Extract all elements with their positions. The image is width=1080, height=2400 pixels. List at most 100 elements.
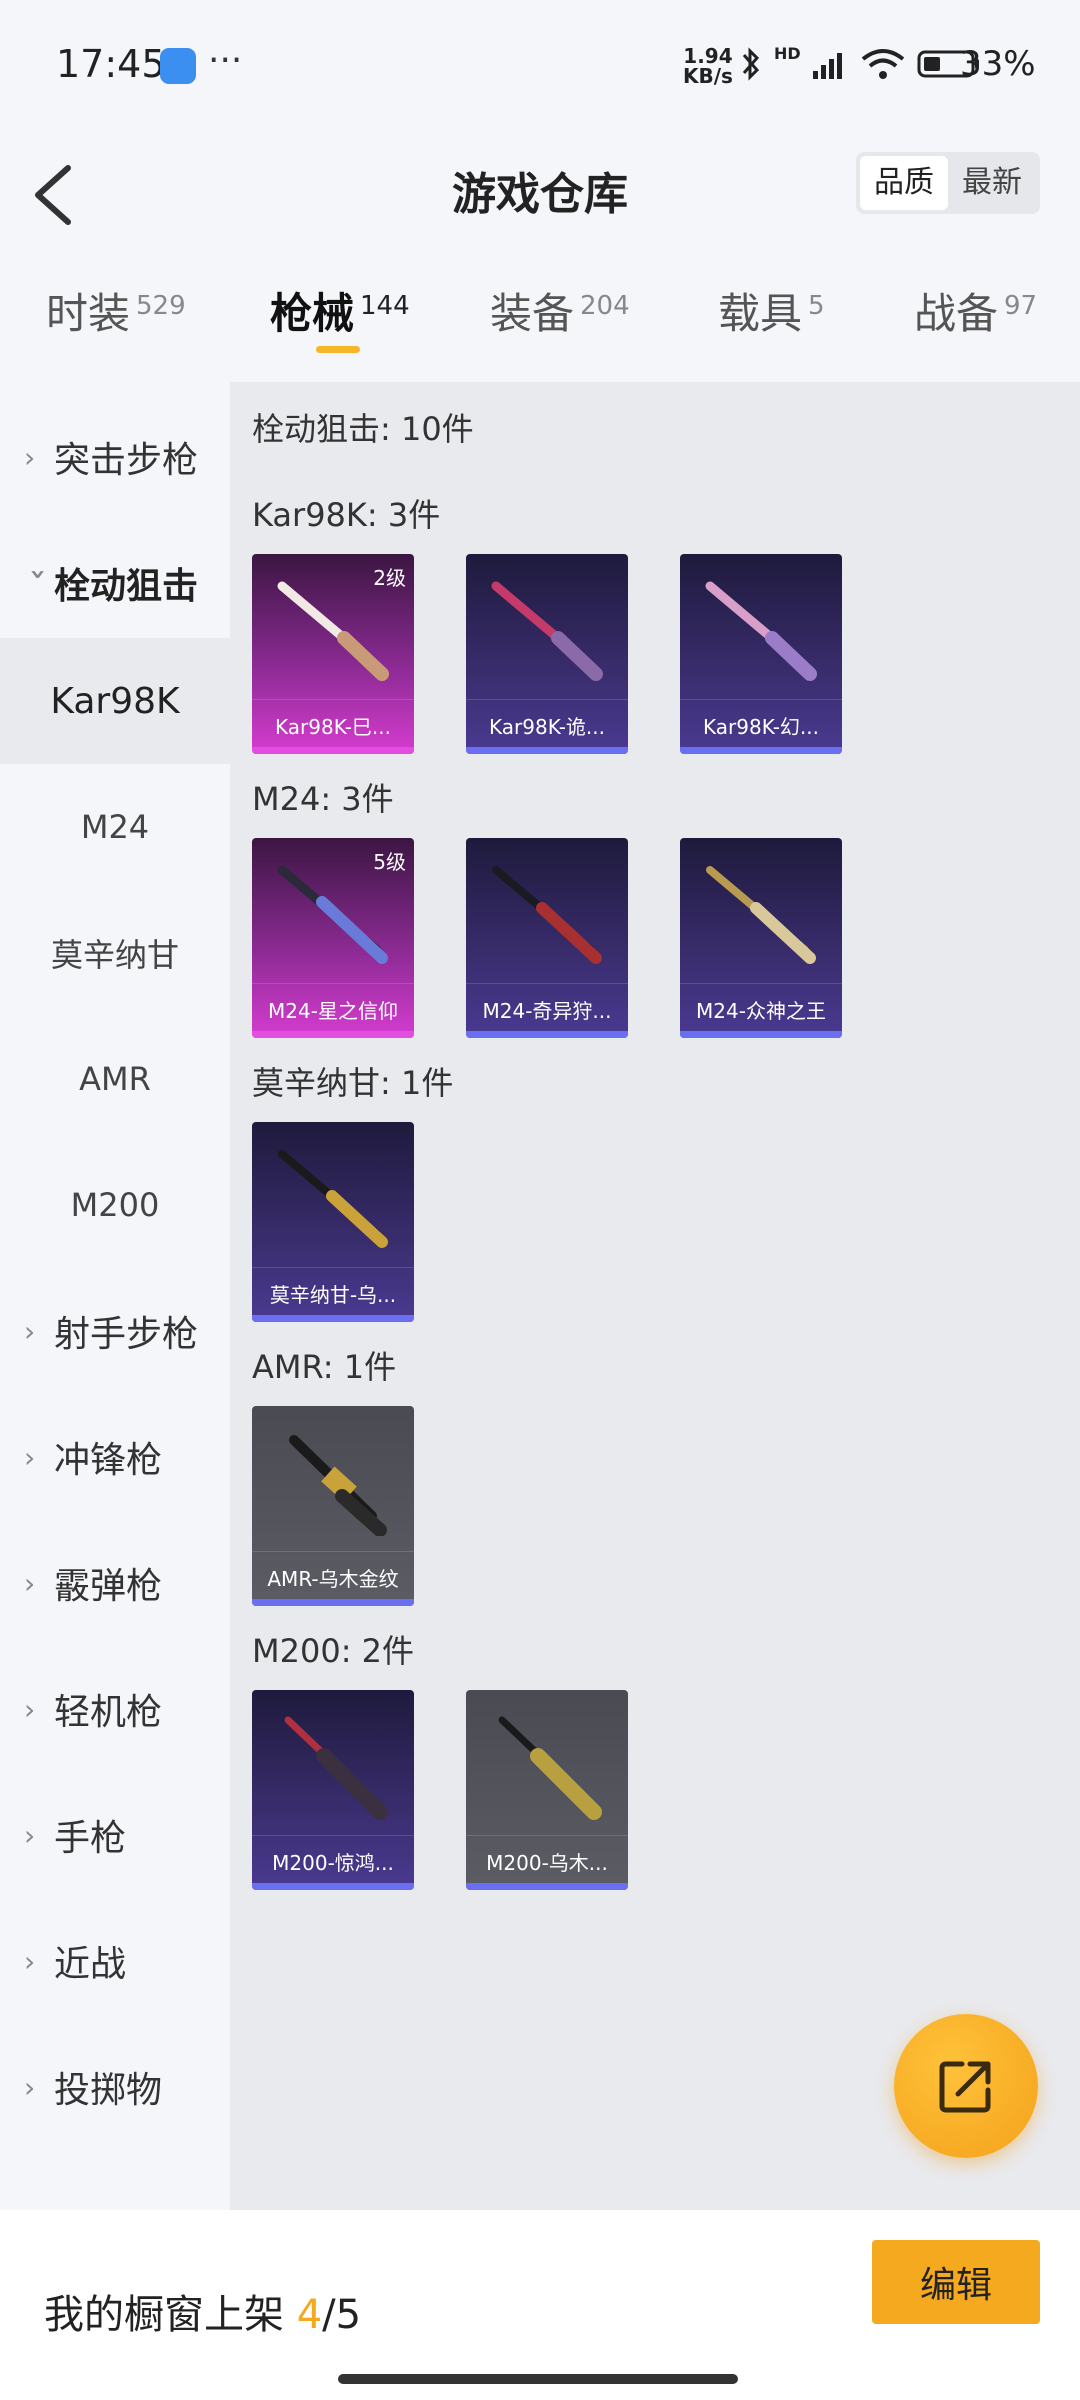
hd-label: HD	[774, 44, 801, 63]
weapon-card[interactable]: M24-奇异狩...	[466, 838, 628, 1038]
app-badge-icon	[160, 48, 196, 84]
sidebar-item-label: 近战	[54, 1944, 127, 1985]
sort-newest-button[interactable]: 最新	[948, 156, 1036, 210]
tab-label: 载具	[718, 289, 803, 338]
network-speed-unit: KB/s	[683, 64, 733, 88]
sort-toggle[interactable]: 品质 最新	[856, 152, 1040, 214]
chevron-right-icon: ›	[24, 440, 36, 474]
card-divider	[252, 699, 414, 700]
tab-guns[interactable]: 枪械 144	[270, 280, 410, 341]
chevron-right-icon: ›	[24, 1314, 36, 1348]
group-label-mosin: 莫辛纳甘: 1件	[252, 1064, 454, 1102]
rarity-bar	[466, 1031, 628, 1038]
sort-quality-button[interactable]: 品质	[860, 156, 948, 210]
sidebar-item-lmg[interactable]: › 轻机枪	[0, 1646, 230, 1772]
weapon-card[interactable]: M24-众神之王	[680, 838, 842, 1038]
sidebar-item-throwable[interactable]: › 投掷物	[0, 2024, 230, 2150]
sidebar-item-amr[interactable]: AMR	[0, 1016, 230, 1142]
status-bar: 17:45 ··· 1.94 KB/s HD 33%	[0, 0, 1080, 130]
tab-fashion[interactable]: 时装 529	[46, 280, 186, 341]
rarity-bar	[680, 1031, 842, 1038]
category-total: 栓动狙击: 10件	[252, 410, 474, 448]
weapon-card[interactable]: Kar98K-诡...	[466, 554, 628, 754]
tab-count: 204	[580, 291, 630, 321]
sidebar-item-assault-rifle[interactable]: › 突击步枪	[0, 394, 230, 520]
chevron-down-icon: ›	[22, 568, 56, 580]
rarity-bar	[252, 1031, 414, 1038]
weapon-card[interactable]: 2级 Kar98K-巳...	[252, 554, 414, 754]
weapon-name: Kar98K-诡...	[489, 715, 605, 739]
tab-label: 战备	[914, 289, 999, 338]
sidebar-item-label: Kar98K	[50, 680, 180, 722]
sidebar-item-shotgun[interactable]: › 霰弹枪	[0, 1520, 230, 1646]
tab-count: 5	[808, 291, 825, 321]
bluetooth-icon	[742, 47, 760, 81]
network-speed: 1.94 KB/s	[683, 46, 733, 86]
weapon-card[interactable]: 5级 M24-星之信仰	[252, 838, 414, 1038]
rarity-bar	[252, 1883, 414, 1890]
showcase-total-count: /5	[322, 2292, 362, 2338]
battery-percent: 33%	[960, 44, 1036, 84]
tab-count: 144	[360, 291, 410, 321]
sidebar-item-m24[interactable]: M24	[0, 764, 230, 890]
weapon-name: AMR-乌木金纹	[267, 1567, 399, 1591]
sidebar-item-label: 冲锋枪	[54, 1440, 163, 1481]
tab-equipment[interactable]: 装备 204	[490, 280, 630, 341]
chevron-right-icon: ›	[24, 1692, 36, 1726]
sidebar-item-label: 霰弹枪	[54, 1566, 163, 1607]
sidebar-item-m200[interactable]: M200	[0, 1142, 230, 1268]
sidebar-item-label: 投掷物	[54, 2070, 163, 2111]
tab-supplies[interactable]: 战备 97	[914, 280, 1037, 341]
weapon-card[interactable]: M200-惊鸿...	[252, 1690, 414, 1890]
share-icon	[939, 2061, 991, 2113]
card-divider	[680, 983, 842, 984]
chevron-right-icon: ›	[24, 1944, 36, 1978]
share-button[interactable]	[894, 2014, 1038, 2158]
card-divider	[466, 699, 628, 700]
network-speed-value: 1.94	[683, 44, 733, 68]
weapon-grid: 栓动狙击: 10件 Kar98K: 3件 2级 Kar98K-巳... Kar9…	[230, 382, 1080, 2210]
weapon-card[interactable]: AMR-乌木金纹	[252, 1406, 414, 1606]
weapon-card[interactable]: 莫辛纳甘-乌...	[252, 1122, 414, 1322]
weapon-card[interactable]: M200-乌木...	[466, 1690, 628, 1890]
sidebar-item-mosin[interactable]: 莫辛纳甘	[0, 890, 230, 1016]
status-more: ···	[208, 40, 243, 81]
card-divider	[252, 1835, 414, 1836]
weapon-name: M200-惊鸿...	[272, 1851, 394, 1875]
card-divider	[252, 1551, 414, 1552]
sidebar-item-smg[interactable]: › 冲锋枪	[0, 1394, 230, 1520]
sidebar-item-melee[interactable]: › 近战	[0, 1898, 230, 2024]
tab-count: 97	[1004, 291, 1038, 321]
rarity-bar	[252, 1599, 414, 1606]
weapon-card[interactable]: Kar98K-幻...	[680, 554, 842, 754]
card-divider	[252, 1267, 414, 1268]
tab-vehicles[interactable]: 载具 5	[718, 280, 825, 341]
showcase-used-count: 4	[296, 2292, 323, 2338]
group-label-m24: M24: 3件	[252, 780, 394, 818]
weapon-name: M24-奇异狩...	[482, 999, 612, 1023]
edit-button[interactable]: 编辑	[872, 2240, 1040, 2324]
sidebar-item-kar98k[interactable]: Kar98K	[0, 638, 230, 764]
card-divider	[680, 699, 842, 700]
rifle-icon	[498, 1716, 602, 1820]
sidebar-item-bolt-sniper[interactable]: › 栓动狙击	[0, 520, 230, 646]
weapon-category-sidebar: › 突击步枪 › 栓动狙击 Kar98K M24 莫辛纳甘 AMR M200 › 射手…	[0, 382, 230, 2210]
showcase-label: 我的橱窗上架	[44, 2292, 284, 2338]
tab-label: 时装	[46, 289, 131, 338]
weapon-name: Kar98K-幻...	[703, 715, 819, 739]
sidebar-item-label: 莫辛纳甘	[50, 936, 179, 974]
rifle-icon	[289, 1435, 387, 1536]
sidebar-item-label: 射手步枪	[54, 1314, 199, 1355]
tab-count: 529	[136, 291, 186, 321]
sidebar-item-pistol[interactable]: › 手枪	[0, 1772, 230, 1898]
rarity-bar	[680, 747, 842, 754]
sidebar-item-marksman-rifle[interactable]: › 射手步枪	[0, 1268, 230, 1394]
sidebar-item-label: M200	[70, 1186, 160, 1224]
home-indicator[interactable]	[338, 2374, 738, 2384]
sidebar-item-label: M24	[80, 808, 150, 846]
signal-icon	[812, 53, 842, 79]
group-label-kar98k: Kar98K: 3件	[252, 496, 441, 534]
weapon-name: M200-乌木...	[486, 1851, 608, 1875]
tab-label: 枪械	[270, 289, 355, 338]
sidebar-item-label: AMR	[79, 1060, 151, 1098]
